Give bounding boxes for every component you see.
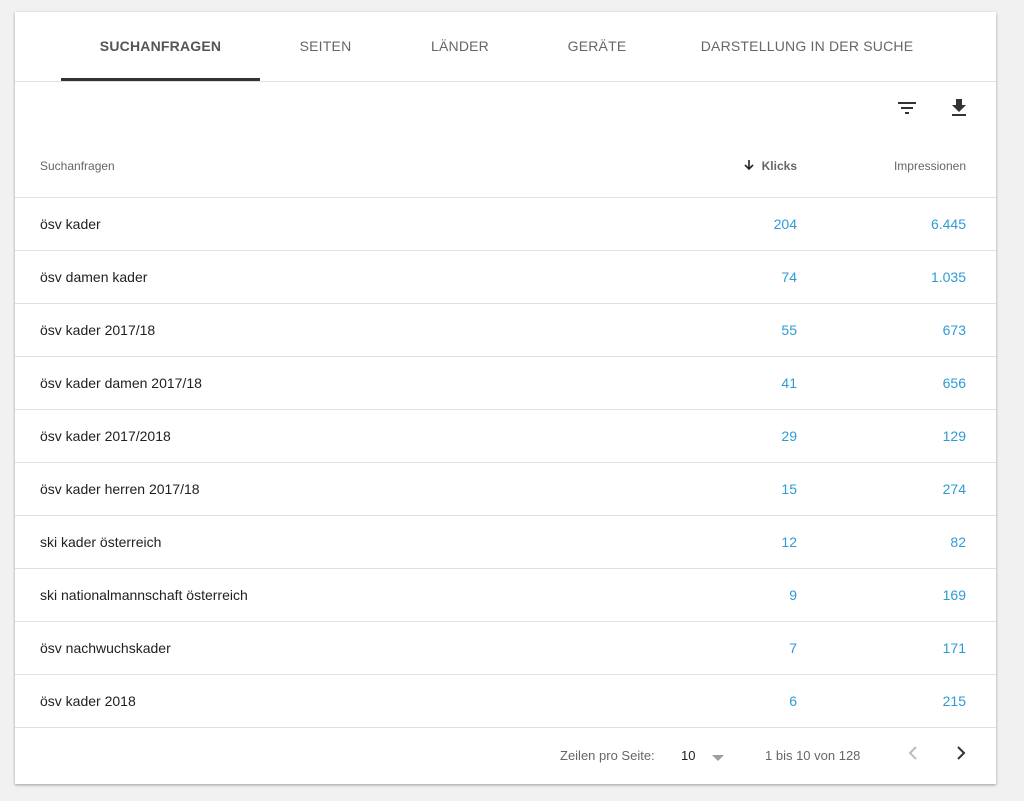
clicks-cell: 204 <box>773 216 797 232</box>
clicks-cell: 74 <box>781 269 797 285</box>
impressions-cell: 274 <box>942 481 966 497</box>
tab-laender[interactable]: LÄNDER <box>410 12 510 81</box>
clicks-cell: 9 <box>789 587 797 603</box>
clicks-cell: 29 <box>781 428 797 444</box>
query-cell: ösv damen kader <box>40 269 148 285</box>
impressions-cell: 6.445 <box>930 216 966 232</box>
table-row[interactable]: ösv kader herren 2017/18 15 274 <box>15 463 996 516</box>
table-row[interactable]: ösv kader damen 2017/18 41 656 <box>15 357 996 410</box>
query-cell: ösv kader 2017/2018 <box>40 428 171 444</box>
rows-per-page-select[interactable]: 10 <box>681 748 695 763</box>
query-cell: ski nationalmannschaft österreich <box>40 587 248 603</box>
table-row[interactable]: ösv damen kader 74 1.035 <box>15 251 996 304</box>
rows-per-page-label: Zeilen pro Seite: <box>560 748 655 763</box>
table-row[interactable]: ski kader österreich 12 82 <box>15 516 996 569</box>
active-tab-indicator <box>61 78 260 81</box>
table-row[interactable]: ösv kader 2018 6 215 <box>15 675 996 728</box>
chevron-right-icon[interactable] <box>949 741 973 765</box>
column-header-impressionen[interactable]: Impressionen <box>894 159 966 173</box>
query-cell: ösv nachwuchskader <box>40 640 171 656</box>
page-range: 1 bis 10 von 128 <box>765 748 861 763</box>
table-body: ösv kader 204 6.445 ösv damen kader 74 1.035 ö… <box>15 198 996 728</box>
performance-card: SUCHANFRAGEN SEITEN LÄNDER GERÄTE DARSTE… <box>15 12 996 784</box>
query-cell: ösv kader damen 2017/18 <box>40 375 202 391</box>
query-cell: ösv kader 2018 <box>40 693 136 709</box>
download-icon[interactable] <box>947 96 971 120</box>
query-cell: ösv kader <box>40 216 101 232</box>
arrow-down-icon <box>744 160 754 171</box>
query-cell: ski kader österreich <box>40 534 162 550</box>
impressions-cell: 129 <box>942 428 966 444</box>
clicks-cell: 55 <box>781 322 797 338</box>
query-cell: ösv kader herren 2017/18 <box>40 481 200 497</box>
chevron-left-icon[interactable] <box>901 741 925 765</box>
table-row[interactable]: ösv kader 204 6.445 <box>15 198 996 251</box>
impressions-cell: 1.035 <box>930 269 966 285</box>
tab-geraete[interactable]: GERÄTE <box>547 12 647 81</box>
pagination: Zeilen pro Seite: 10 1 bis 10 von 128 <box>15 724 996 784</box>
clicks-cell: 6 <box>789 693 797 709</box>
tab-seiten[interactable]: SEITEN <box>277 12 374 81</box>
tab-darstellung-in-der-suche[interactable]: DARSTELLUNG IN DER SUCHE <box>685 12 929 81</box>
tab-bar: SUCHANFRAGEN SEITEN LÄNDER GERÄTE DARSTE… <box>15 12 996 82</box>
column-header-suchanfragen[interactable]: Suchanfragen <box>40 159 115 173</box>
impressions-cell: 82 <box>950 534 966 550</box>
filter-icon[interactable] <box>895 96 919 120</box>
column-header-klicks[interactable]: Klicks <box>743 159 797 173</box>
table-row[interactable]: ösv kader 2017/2018 29 129 <box>15 410 996 463</box>
table-row[interactable]: ösv kader 2017/18 55 673 <box>15 304 996 357</box>
table-row[interactable]: ski nationalmannschaft österreich 9 169 <box>15 569 996 622</box>
impressions-cell: 215 <box>942 693 966 709</box>
clicks-cell: 41 <box>781 375 797 391</box>
table-row[interactable]: ösv nachwuchskader 7 171 <box>15 622 996 675</box>
clicks-cell: 15 <box>781 481 797 497</box>
table-header: Suchanfragen Klicks Impressionen <box>15 133 996 198</box>
query-cell: ösv kader 2017/18 <box>40 322 156 338</box>
impressions-cell: 656 <box>942 375 966 391</box>
caret-down-icon[interactable] <box>712 755 724 761</box>
impressions-cell: 169 <box>942 587 966 603</box>
clicks-cell: 7 <box>789 640 797 656</box>
clicks-cell: 12 <box>781 534 797 550</box>
impressions-cell: 171 <box>942 640 966 656</box>
tab-suchanfragen[interactable]: SUCHANFRAGEN <box>61 12 260 81</box>
column-header-klicks-label: Klicks <box>761 159 797 173</box>
impressions-cell: 673 <box>942 322 966 338</box>
